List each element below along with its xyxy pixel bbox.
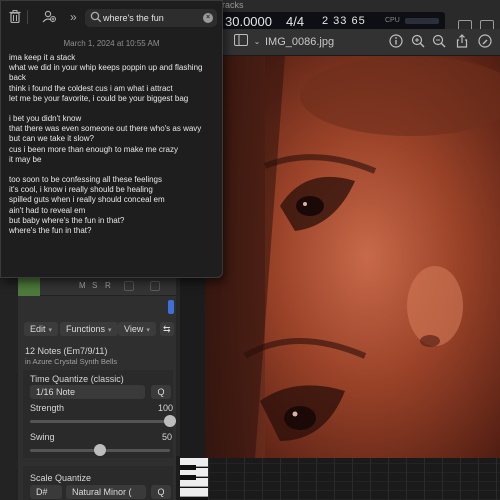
cpu-label: CPU — [385, 17, 400, 24]
scale-quantize-label: Scale Quantize — [30, 473, 92, 483]
scroll-indicator[interactable] — [168, 300, 174, 314]
collaborate-icon[interactable] — [41, 10, 56, 26]
strength-value: 100 — [158, 403, 174, 413]
sidebar-icon[interactable] — [233, 34, 249, 50]
swing-slider-knob[interactable] — [94, 444, 106, 456]
edit-menu-label: Edit — [30, 324, 46, 334]
zoom-out-icon[interactable] — [431, 34, 447, 50]
note-line: let me be your favorite, i could be your… — [9, 93, 189, 103]
mute-button[interactable]: M — [79, 281, 86, 290]
functions-menu-label: Functions — [66, 324, 106, 334]
strength-slider-track[interactable] — [30, 420, 170, 423]
preview-window: ⌄ IMG_0086.jpg — [205, 29, 500, 459]
note-line: ima keep it a stack — [9, 53, 76, 62]
filter-icon[interactable]: ⇆ — [160, 322, 174, 336]
note-line: i bet you didn't know — [9, 114, 82, 124]
note-body[interactable]: ima keep it a stack what we did in your … — [9, 53, 219, 236]
preview-toolbar: ⌄ IMG_0086.jpg — [205, 29, 500, 56]
playhead-position: 30.0000 — [225, 14, 272, 29]
piano-roll-menu-bar: Edit ▾ Functions ▾ View ▾ ⇆ — [18, 320, 176, 338]
markup-icon[interactable] — [477, 34, 493, 50]
vertical-scrollbar[interactable] — [176, 276, 180, 456]
trash-icon[interactable] — [9, 10, 21, 26]
clear-search-icon[interactable]: × — [203, 13, 213, 23]
photo-image — [205, 56, 500, 459]
tracks-window-title: racks — [222, 0, 244, 10]
bar-display: 2 33 65 — [322, 15, 366, 27]
piano-roll-grid[interactable] — [208, 458, 500, 500]
notes-window: » × March 1, 2024 at 10:55 AM ima keep i… — [0, 0, 223, 278]
time-quantize-select[interactable]: 1/16 Note — [30, 385, 145, 399]
track-toggle[interactable] — [124, 281, 134, 291]
edit-menu[interactable]: Edit ▾ — [24, 322, 59, 336]
view-menu-label: View — [124, 324, 144, 334]
note-line: but baby where's the fun in that? — [9, 215, 125, 225]
strength-label: Strength — [30, 403, 65, 413]
piano-key[interactable] — [180, 475, 196, 480]
record-button[interactable]: R — [105, 281, 111, 290]
notes-toolbar: » × — [1, 1, 222, 33]
functions-menu[interactable]: Functions ▾ — [60, 322, 118, 336]
zoom-in-icon[interactable] — [410, 34, 426, 50]
share-icon[interactable] — [454, 34, 470, 50]
track-toggle[interactable] — [150, 281, 160, 291]
note-line: back — [9, 73, 26, 83]
time-quantize-label: Time Quantize (classic) — [30, 374, 124, 384]
time-signature[interactable]: 4/4 — [286, 14, 304, 29]
search-icon — [90, 11, 102, 23]
region-title: 12 Notes (Em7/9/11) — [25, 346, 108, 356]
desktop: { "logic": { "tracks_label": "racks", "p… — [0, 0, 500, 500]
view-menu[interactable]: View ▾ — [118, 322, 156, 336]
note-line: where's the fun in that? — [9, 226, 92, 236]
window-title: IMG_0086.jpg — [265, 36, 335, 48]
note-spacer — [9, 104, 219, 114]
chevron-down-icon: ▾ — [146, 327, 150, 334]
note-line: it's cool, i know i really should be hea… — [9, 185, 153, 195]
photo-face-illustration — [205, 56, 500, 459]
cpu-meter — [405, 18, 439, 24]
toolbar-divider — [27, 10, 28, 24]
chevron-down-icon[interactable]: ⌄ — [249, 34, 265, 50]
note-line: think i found the coldest cus i am what … — [9, 83, 173, 93]
scale-type-select[interactable]: Natural Minor ( — [66, 485, 146, 499]
search-field[interactable]: × — [85, 9, 217, 27]
scale-key-select[interactable]: D# — [30, 485, 62, 499]
scale-quantize-q-button[interactable]: Q — [151, 485, 171, 499]
inspector-left-strip — [0, 276, 18, 500]
piano-key[interactable] — [180, 488, 208, 497]
note-date: March 1, 2024 at 10:55 AM — [63, 39, 160, 48]
chevron-down-icon: ▾ — [48, 327, 53, 334]
chevron-double-right-icon[interactable]: » — [70, 10, 77, 24]
swing-value: 50 — [162, 432, 173, 442]
piano-keyboard[interactable] — [180, 458, 208, 500]
note-line: what we did in your whip keeps poppin up… — [9, 63, 203, 73]
note-line: too soon to be confessing all these feel… — [9, 175, 162, 185]
note-line: ain't had to reveal em — [9, 205, 86, 215]
note-line: it may be — [9, 154, 42, 164]
strength-slider-knob[interactable] — [164, 415, 176, 427]
swing-label: Swing — [30, 432, 55, 442]
track-color-tab[interactable] — [18, 276, 40, 296]
info-icon[interactable] — [388, 34, 404, 50]
note-line: but can we take it slow? — [9, 134, 94, 144]
time-quantize-q-button[interactable]: Q — [151, 385, 171, 399]
solo-button[interactable]: S — [92, 281, 97, 290]
chevron-down-icon: ▾ — [108, 327, 112, 334]
search-input[interactable] — [103, 9, 199, 27]
note-spacer — [9, 165, 219, 175]
piano-key[interactable] — [180, 465, 196, 470]
note-line: cus i been more than enough to make me c… — [9, 144, 178, 154]
note-line: spilled guts when i really should concea… — [9, 195, 165, 205]
note-line: that there was even someone out there wh… — [9, 124, 202, 134]
region-subtitle: in Azure Crystal Synth Bells — [25, 357, 118, 366]
